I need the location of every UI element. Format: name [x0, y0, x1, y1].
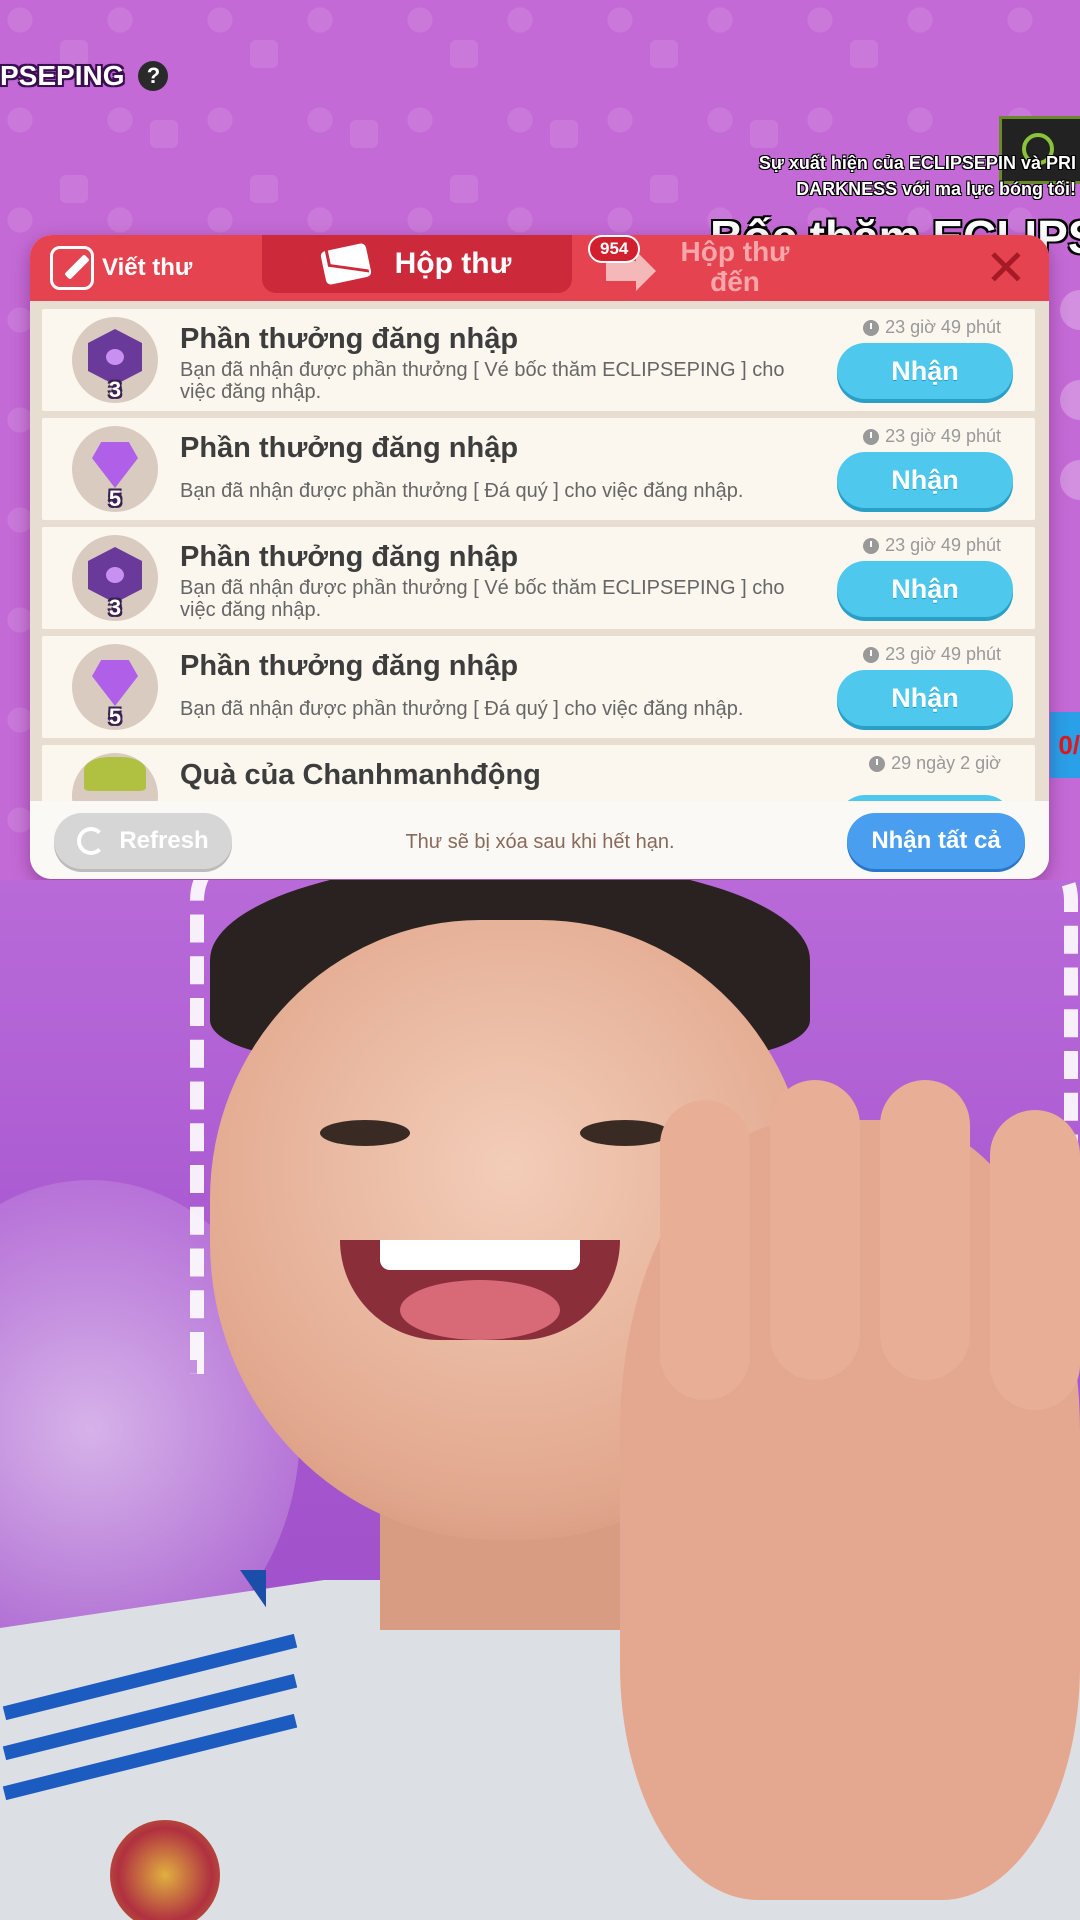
tab-write-label: Viết thư — [102, 254, 193, 281]
tongue — [400, 1280, 560, 1340]
refresh-button[interactable]: Refresh — [54, 813, 232, 869]
item-count: 3 — [108, 377, 122, 402]
mail-description: Bạn đã nhận được phần thưởng [ Vé bốc th… — [180, 359, 785, 403]
side-bubble — [1060, 460, 1080, 500]
clock-icon — [863, 428, 880, 445]
crest-logo — [110, 1820, 220, 1920]
shirt-icon — [350, 120, 378, 148]
refresh-label: Refresh — [119, 827, 209, 854]
mail-expiry: 29 ngày 2 giờ — [869, 753, 1001, 774]
sent-count-badge: 954 — [588, 235, 641, 263]
finger — [660, 1100, 750, 1400]
mail-list[interactable]: 3 Phần thưởng đăng nhập Bạn đã nhận được… — [30, 301, 1049, 801]
hat-icon — [450, 40, 478, 68]
left-eye — [320, 1120, 410, 1146]
umbrella-icon — [250, 175, 278, 203]
close-icon[interactable]: ✕ — [981, 243, 1031, 293]
clock-icon — [863, 319, 880, 336]
mail-item[interactable]: 5 Phần thưởng đăng nhập Bạn đã nhận được… — [42, 636, 1035, 738]
clock-icon — [863, 646, 880, 663]
mail-time-text: 23 giờ 49 phút — [885, 535, 1001, 555]
pencil-icon — [50, 246, 94, 290]
mail-title: Quà của Chanhmanhđộng — [180, 759, 541, 791]
ticket-icon: 3 — [72, 317, 158, 403]
item-count: 5 — [108, 704, 122, 729]
tab-inbox-label: Hộp thư — [394, 247, 512, 280]
tab-write[interactable]: Viết thư — [50, 243, 192, 293]
shirt-icon — [750, 120, 778, 148]
umbrella-icon — [650, 175, 678, 203]
tab-sent[interactable]: 954 Hộp thư đến — [570, 235, 830, 301]
claim-button[interactable]: Nhận — [837, 452, 1013, 508]
gem-icon: 5 — [72, 426, 158, 512]
refresh-icon — [77, 827, 106, 855]
mailbox-footer: Refresh Thư sẽ bị xóa sau khi hết hạn. N… — [30, 801, 1049, 879]
side-tag[interactable]: 0/ — [1050, 712, 1080, 778]
gem-icon: 5 — [72, 644, 158, 730]
claim-button[interactable]: Nhận — [837, 343, 1013, 399]
hat-icon — [850, 40, 878, 68]
umbrella-icon — [450, 175, 478, 203]
mail-item[interactable]: 3 Phần thưởng đăng nhập Bạn đã nhận được… — [42, 309, 1035, 411]
game-title: PSEPING ? — [0, 60, 169, 92]
gem-shape — [92, 660, 138, 706]
tab-inbox[interactable]: Hộp thư — [262, 235, 572, 293]
mail-title: Phần thưởng đăng nhập — [180, 323, 519, 355]
waving-hand — [620, 1080, 1080, 1900]
mail-item[interactable]: Quà của Chanhmanhđộng 29 ngày 2 giờ — [42, 745, 1035, 801]
mailbox-dialog: Viết thư Hộp thư 954 Hộp thư đến ✕ 3 Phầ… — [30, 235, 1049, 879]
webcam-feed — [0, 880, 1080, 1920]
mail-title: Phần thưởng đăng nhập — [180, 432, 519, 464]
ticket-icon: 3 — [72, 535, 158, 621]
right-eye — [580, 1120, 670, 1146]
mail-time-text: 23 giờ 49 phút — [885, 426, 1001, 446]
announcement: Sự xuất hiện của ECLIPSEPIN và PRI DARKN… — [759, 150, 1076, 202]
finger — [880, 1080, 970, 1380]
item-count: 3 — [108, 595, 122, 620]
mail-time-text: 23 giờ 49 phút — [885, 644, 1001, 664]
mail-item[interactable]: 3 Phần thưởng đăng nhập Bạn đã nhận được… — [42, 527, 1035, 629]
umbrella-icon — [60, 175, 88, 203]
tab-sent-label: Hộp thư đến — [680, 236, 790, 297]
announcement-line2: DARKNESS với ma lực bóng tối! — [796, 179, 1076, 199]
help-icon[interactable]: ? — [138, 61, 169, 91]
claim-button[interactable]: Nhận — [837, 670, 1013, 726]
mouth — [340, 1240, 620, 1340]
mail-expiry: 23 giờ 49 phút — [863, 644, 1001, 665]
shirt-icon — [150, 120, 178, 148]
claim-button[interactable]: Nhận — [837, 561, 1013, 617]
grape-icon — [72, 753, 158, 801]
expiry-note: Thư sẽ bị xóa sau khi hết hạn. — [405, 831, 675, 853]
mail-expiry: 23 giờ 49 phút — [863, 535, 1001, 556]
mail-description: Bạn đã nhận được phần thưởng [ Đá quý ] … — [180, 480, 744, 502]
finger — [770, 1080, 860, 1380]
hat-icon — [250, 40, 278, 68]
finger — [990, 1110, 1080, 1410]
mail-title: Phần thưởng đăng nhập — [180, 541, 519, 573]
claim-all-button[interactable]: Nhận tất cả — [847, 813, 1025, 869]
mail-expiry: 23 giờ 49 phút — [863, 317, 1001, 338]
hat-icon — [650, 40, 678, 68]
envelope-icon — [319, 242, 372, 286]
mail-time-text: 29 ngày 2 giờ — [891, 753, 1001, 773]
side-bubble — [1060, 380, 1080, 420]
shirt-icon — [550, 120, 578, 148]
clock-icon — [869, 755, 886, 772]
announcement-line1-tail: và PRI — [1020, 153, 1076, 173]
item-count: 5 — [108, 486, 122, 511]
mail-description: Bạn đã nhận được phần thưởng [ Vé bốc th… — [180, 577, 785, 621]
mail-item[interactable]: 5 Phần thưởng đăng nhập Bạn đã nhận được… — [42, 418, 1035, 520]
clock-icon — [863, 537, 880, 554]
gem-shape — [92, 442, 138, 488]
mail-time-text: 23 giờ 49 phút — [885, 317, 1001, 337]
teeth — [380, 1240, 580, 1270]
mailbox-header: Viết thư Hộp thư 954 Hộp thư đến ✕ — [30, 235, 1049, 301]
side-bubble — [1060, 290, 1080, 330]
game-title-text: PSEPING — [0, 60, 125, 91]
mail-expiry: 23 giờ 49 phút — [863, 426, 1001, 447]
mail-title: Phần thưởng đăng nhập — [180, 650, 519, 682]
announcement-line1: Sự xuất hiện của ECLIPSEPIN — [758, 153, 1016, 173]
mail-description: Bạn đã nhận được phần thưởng [ Đá quý ] … — [180, 698, 744, 720]
grape-shape — [84, 757, 146, 791]
